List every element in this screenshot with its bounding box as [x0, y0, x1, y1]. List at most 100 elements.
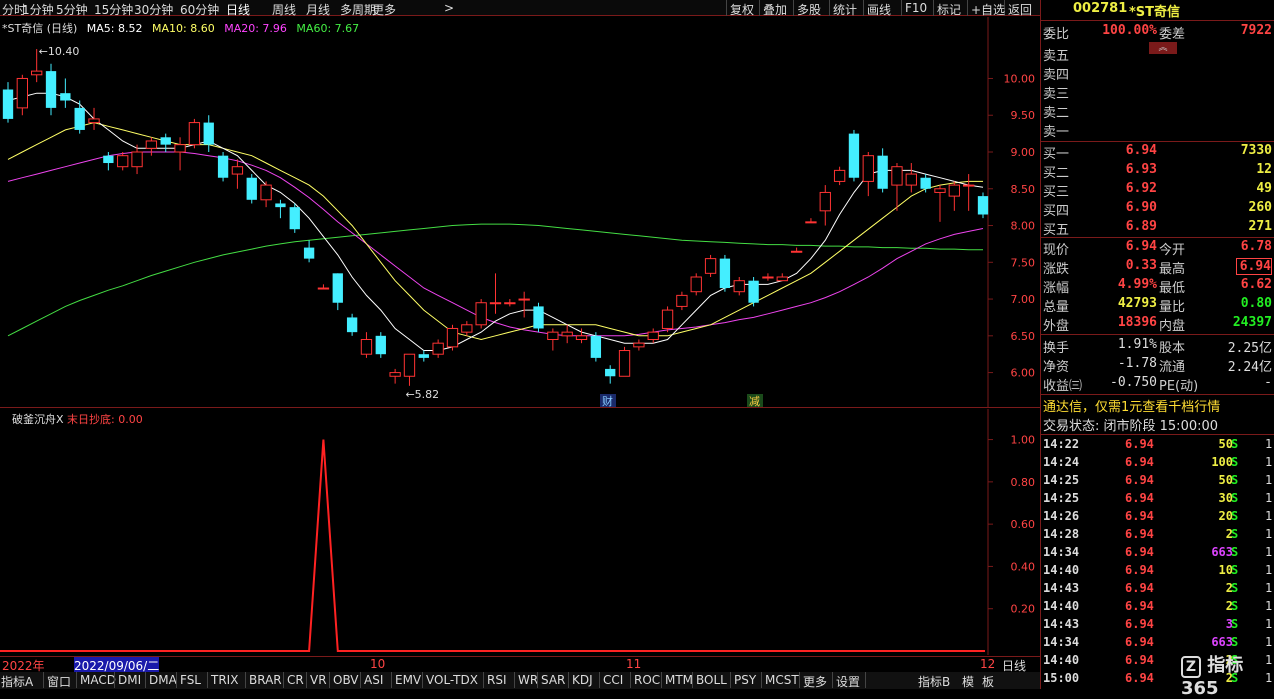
sell-level-1: 卖一: [1041, 120, 1274, 140]
stat-value: 0.33: [1125, 258, 1157, 273]
period-tab-1[interactable]: 1分钟: [22, 1, 54, 18]
event-marker-reduce: 减: [747, 394, 763, 408]
period-tab-4[interactable]: 30分钟: [134, 1, 173, 18]
tick-flag: S: [1231, 437, 1239, 451]
ind-y-tick-label: 0.80: [1011, 476, 1036, 489]
indicator-tab-25[interactable]: 设置: [836, 673, 860, 690]
y-tick-label: 7.50: [1011, 256, 1036, 269]
indicator-tab-23[interactable]: MCST: [765, 673, 799, 687]
candle-body-down: [848, 133, 860, 178]
indicator-tab-6[interactable]: TRIX: [211, 673, 238, 687]
tick-price: 6.94: [1125, 473, 1154, 487]
stat-row: 总量 42793 量比 0.80: [1041, 295, 1274, 315]
candle-body-up: [934, 188, 946, 193]
stat2-value: 1.91%: [1117, 337, 1157, 352]
toolbar-btn-0[interactable]: 复权: [730, 1, 754, 18]
stock-name: *ST奇信: [1129, 5, 1181, 20]
period-tab-6[interactable]: 日线: [226, 1, 250, 18]
ind-y-tick-label: 0.20: [1011, 603, 1036, 616]
sell-label: 卖一: [1043, 125, 1070, 140]
stat2-label: 净资: [1043, 360, 1070, 375]
indicator-tab-7[interactable]: BRAR: [249, 673, 282, 687]
tick-time: 14:22: [1043, 437, 1080, 451]
period-tab-8[interactable]: 月线: [306, 1, 330, 18]
more-chevron-icon[interactable]: >: [444, 1, 454, 15]
indicator-tab-22[interactable]: PSY: [734, 673, 756, 687]
indicator-tab-5[interactable]: FSL: [180, 673, 201, 687]
candle-body-up: [518, 298, 530, 301]
indicator-tab-10[interactable]: OBV: [333, 673, 359, 687]
indicator-tab-1[interactable]: 窗口: [47, 673, 71, 690]
high-price-label: ←10.40: [39, 45, 80, 58]
toolbar-btn-5[interactable]: F10: [905, 1, 927, 15]
period-tab-5[interactable]: 60分钟: [180, 1, 219, 18]
indicator-tab-11[interactable]: ASI: [364, 673, 383, 687]
indicator-tab-3[interactable]: DMI: [118, 673, 141, 687]
indicator-tab-9[interactable]: VR: [310, 673, 327, 687]
indicator-tab-8[interactable]: CR: [287, 673, 304, 687]
buy-level-4: 买四 6.90 260: [1041, 199, 1274, 219]
tick-count: 1: [1265, 491, 1273, 505]
stat-value: 0.80: [1240, 296, 1272, 311]
buy-price: 6.89: [1125, 219, 1157, 234]
candle-body-down: [605, 368, 616, 377]
indicator-tab-18[interactable]: CCI: [603, 673, 623, 687]
stat-value: 6.94: [1236, 258, 1272, 275]
indicator-tab-12[interactable]: EMV: [395, 673, 421, 687]
indicator-tab-21[interactable]: BOLL: [696, 673, 727, 687]
right-tab-2[interactable]: 板: [982, 673, 994, 690]
buy-volume: 12: [1256, 162, 1272, 177]
toolbar-btn-1[interactable]: 叠加: [763, 1, 787, 18]
period-tab-9[interactable]: 多周期: [340, 1, 376, 18]
buy-label: 买二: [1043, 166, 1070, 181]
toolbar-btn-2[interactable]: 多股: [797, 1, 821, 18]
toolbar-btn-7[interactable]: +自选: [971, 1, 1005, 18]
toolbar-btn-6[interactable]: 标记: [937, 1, 961, 18]
indicator-tab-15[interactable]: WR: [518, 673, 538, 687]
indicator-tab-19[interactable]: ROC: [634, 673, 660, 687]
indicator-tab-24[interactable]: 更多: [803, 673, 827, 690]
indicator-chart[interactable]: 1.00 0.80 0.60 0.40 0.20 破釜沉舟X 末日抄底: 0.00: [0, 409, 1040, 655]
sell-level-5: 卖五: [1041, 44, 1274, 64]
indicator-tab-13[interactable]: VOL-TDX: [426, 673, 478, 687]
candle-body-up: [389, 372, 401, 377]
period-tab-7[interactable]: 周线: [272, 1, 296, 18]
period-tab-10[interactable]: 更多: [372, 1, 396, 18]
buy-label: 买一: [1043, 147, 1070, 162]
promo-link[interactable]: 通达信，仅需1元查看千档行情: [1043, 396, 1220, 415]
sell-label: 卖二: [1043, 106, 1070, 121]
indicator-tab-16[interactable]: SAR: [541, 673, 565, 687]
period-tab-2[interactable]: 5分钟: [56, 1, 88, 18]
y-tick-label: 8.50: [1011, 183, 1036, 196]
tick-flag: S: [1231, 527, 1239, 541]
tick-count: 1: [1265, 455, 1273, 469]
indicator-tab-20[interactable]: MTM: [665, 673, 693, 687]
toolbar-btn-4[interactable]: 画线: [867, 1, 891, 18]
right-tab-0[interactable]: 指标B: [918, 673, 950, 690]
indicator-tab-0[interactable]: 指标A: [1, 673, 33, 690]
stat2-value: -1.78: [1117, 356, 1157, 371]
toolbar-btn-8[interactable]: 返回: [1008, 1, 1032, 18]
tick-time: 14:34: [1043, 635, 1080, 649]
period-tab-3[interactable]: 15分钟: [94, 1, 133, 18]
right-tab-1[interactable]: 模: [962, 673, 974, 690]
toolbar-btn-3[interactable]: 统计: [833, 1, 857, 18]
indicator-tab-14[interactable]: RSI: [487, 673, 507, 687]
tick-count: 1: [1265, 617, 1273, 631]
kline-chart[interactable]: 10.00 9.50 9.00 8.50 8.00 7.50 7.00 6.50 6.00 ←10…: [0, 17, 1040, 408]
indicator-tab-2[interactable]: MACD: [80, 673, 116, 687]
indicator-tab-4[interactable]: DMA: [149, 673, 177, 687]
weibi-row: 委比 100.00% 委差 7922: [1041, 22, 1274, 42]
indicator-tab-17[interactable]: KDJ: [572, 673, 593, 687]
tick-price: 6.94: [1125, 545, 1154, 559]
y-tick-label: 6.00: [1011, 367, 1036, 380]
candle-body-down: [45, 71, 57, 108]
chart-title: *ST奇信 (日线): [2, 22, 78, 35]
tick-count: 1: [1265, 635, 1273, 649]
candle-body-down: [217, 155, 229, 178]
tick-count: 1: [1265, 527, 1273, 541]
tick-price: 6.94: [1125, 527, 1154, 541]
weicha-value: 7922: [1240, 23, 1272, 38]
tick-time: 14:40: [1043, 563, 1080, 577]
sell-level-2: 卖二: [1041, 101, 1274, 121]
